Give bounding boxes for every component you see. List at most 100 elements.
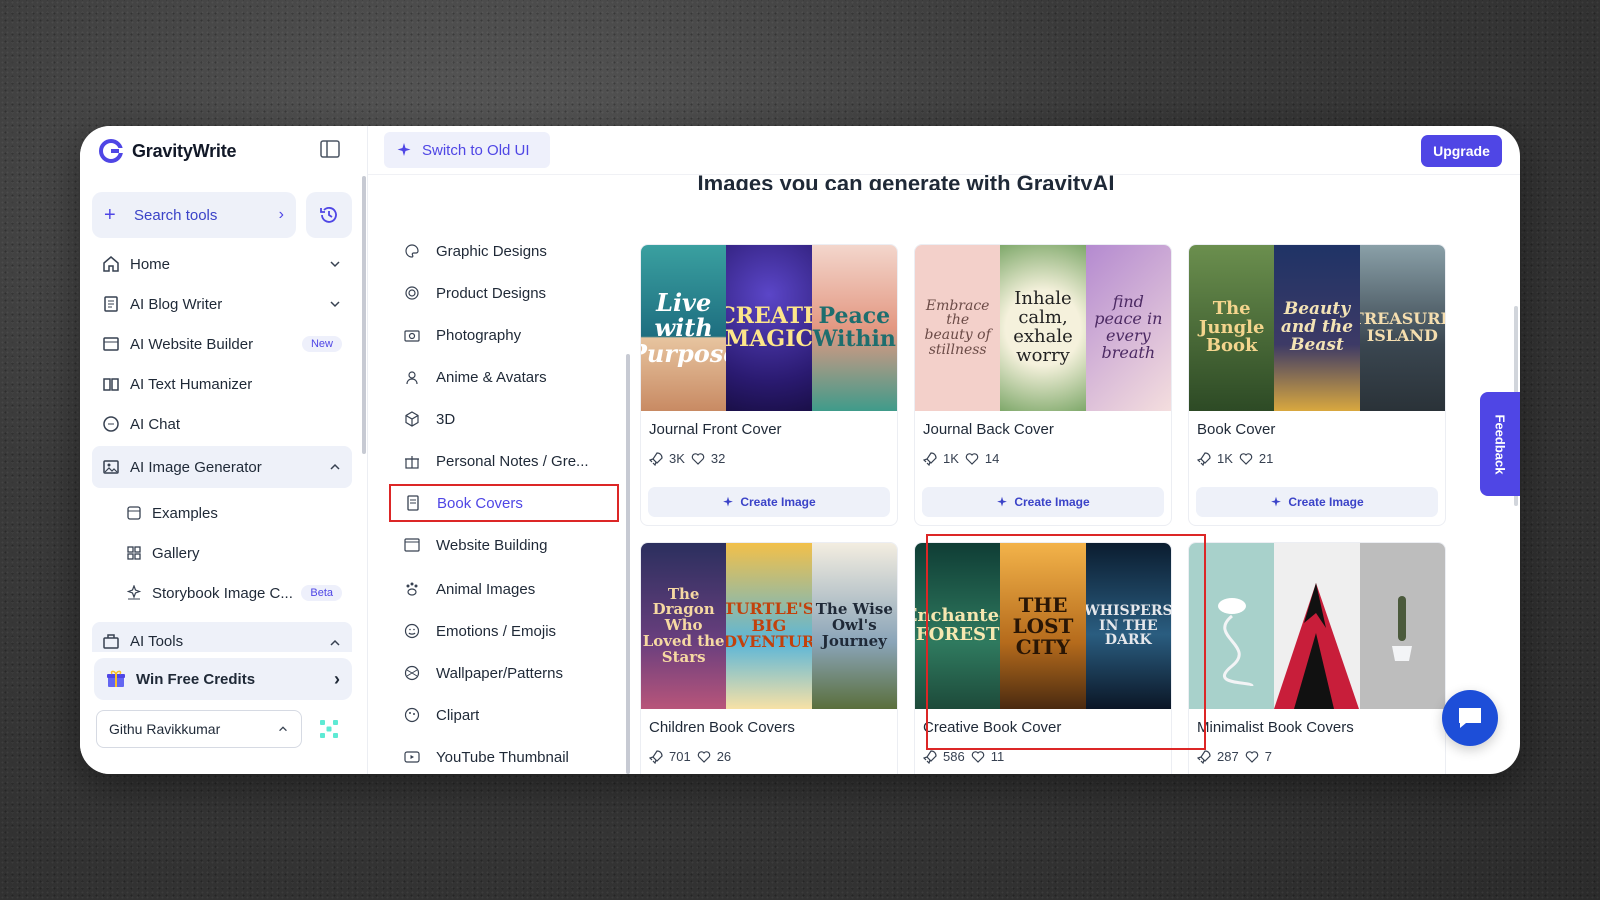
poster [1359, 543, 1445, 709]
uses-count: 1K [943, 451, 959, 466]
heart-icon[interactable] [697, 750, 711, 764]
image-icon [103, 460, 119, 474]
sidebar-item-blog-writer[interactable]: AI Blog Writer [92, 284, 352, 324]
category-animal-images[interactable]: Animal Images [390, 570, 620, 608]
heart-icon[interactable] [1245, 750, 1259, 764]
chat-support-button[interactable] [1442, 690, 1498, 746]
sidebar-item-label: AI Image Generator [130, 458, 262, 476]
category-product-designs[interactable]: Product Designs [390, 274, 620, 312]
sidebar-item-image-generator[interactable]: AI Image Generator [92, 446, 352, 488]
category-graphic-designs[interactable]: Graphic Designs [390, 232, 620, 270]
sidebar-subitem-examples[interactable]: Examples [116, 494, 352, 532]
category-photography[interactable]: Photography [390, 316, 620, 354]
gift-icon [405, 456, 419, 469]
chevron-up-icon [279, 726, 287, 732]
brand[interactable]: GravityWrite [98, 138, 237, 164]
rocket-icon [1197, 749, 1211, 764]
category-personal-notes[interactable]: Personal Notes / Gre... [390, 442, 620, 480]
home-icon [103, 256, 119, 272]
sidebar-item-label: Home [130, 255, 171, 273]
template-card-children-book-covers[interactable]: The Dragon Who Loved the Stars TURTLE'S … [640, 542, 898, 774]
sparkle-icon [1271, 496, 1282, 507]
sidebar-item-website-builder[interactable]: AI Website Builder New [92, 324, 352, 364]
chevron-right-icon: › [334, 668, 340, 689]
poster: Beauty and the Beast [1274, 245, 1360, 411]
create-image-button[interactable]: Create Image [1196, 487, 1438, 517]
template-card-minimalist-book-covers[interactable]: Minimalist Book Covers 287 7 [1188, 542, 1446, 774]
grid-dots-icon[interactable] [318, 718, 340, 740]
app-window: GravityWrite + Search tools › Home AI Bl… [80, 126, 1520, 774]
category-youtube-thumbnail[interactable]: YouTube Thumbnail [390, 738, 620, 774]
poster-title: Inhale calm, exhale worry [1013, 288, 1073, 366]
create-image-button[interactable]: Create Image [922, 487, 1164, 517]
poster-title: Beauty and the Beast [1280, 299, 1354, 355]
likes-count: 7 [1264, 749, 1272, 764]
template-card-book-cover[interactable]: The Jungle Book Beauty and the Beast TRE… [1188, 244, 1446, 526]
category-anime-avatars[interactable]: Anime & Avatars [390, 358, 620, 396]
heart-icon[interactable] [691, 452, 705, 466]
chevron-right-icon: › [278, 206, 284, 223]
sparkle-icon [997, 496, 1008, 507]
category-clipart[interactable]: Clipart [390, 696, 620, 734]
create-image-button[interactable]: Create Image [648, 487, 890, 517]
category-3d[interactable]: 3D [390, 400, 620, 438]
category-website-building[interactable]: Website Building [390, 526, 620, 564]
category-label: Book Covers [437, 494, 523, 512]
search-tools-button[interactable]: + Search tools › [92, 192, 296, 238]
highlight-annotation [926, 534, 1206, 750]
card-stats: 287 7 [1197, 749, 1272, 764]
sidebar-subitem-gallery[interactable]: Gallery [116, 534, 352, 572]
browser-icon [404, 538, 420, 552]
document-icon [104, 296, 118, 312]
category-label: Wallpaper/Patterns [436, 664, 564, 682]
category-emotions-emojis[interactable]: Emotions / Emojis [390, 612, 620, 650]
cube-icon [405, 411, 419, 427]
sidebar-item-ai-tools[interactable]: AI Tools [92, 622, 352, 652]
sidebar-item-home[interactable]: Home [92, 244, 352, 284]
sparkle-icon [397, 143, 411, 156]
sidebar-item-text-humanizer[interactable]: AI Text Humanizer [92, 364, 352, 404]
poster: Inhale calm, exhale worry [1000, 245, 1086, 411]
user-name: Githu Ravikkumar [109, 721, 221, 737]
history-button[interactable] [306, 192, 352, 238]
heart-icon[interactable] [971, 750, 985, 764]
rocket-icon [923, 451, 937, 466]
user-account-dropdown[interactable]: Githu Ravikkumar [96, 710, 302, 748]
heart-icon[interactable] [1239, 452, 1253, 466]
card-stats: 586 11 [923, 749, 1004, 764]
card-thumbnail: Embrace the beauty of stillness Inhale c… [915, 245, 1171, 411]
cloud-road-illustration [1217, 598, 1254, 686]
sidebar-item-ai-chat[interactable]: AI Chat [92, 404, 352, 444]
gift-icon [107, 670, 125, 687]
card-stats: 701 26 [649, 749, 731, 764]
switch-to-old-ui-button[interactable]: Switch to Old UI [384, 132, 550, 168]
template-card-journal-back-cover[interactable]: Embrace the beauty of stillness Inhale c… [914, 244, 1172, 526]
sidebar-subitem-label: Examples [152, 504, 218, 522]
heart-icon[interactable] [965, 452, 979, 466]
sidebar-item-label: AI Text Humanizer [130, 375, 253, 393]
chevron-down-icon [330, 261, 340, 268]
rocket-icon [649, 451, 663, 466]
card-stats: 1K 14 [923, 451, 999, 466]
sidebar-scrollbar[interactable] [362, 176, 366, 454]
category-wallpaper-patterns[interactable]: Wallpaper/Patterns [390, 654, 620, 692]
feedback-tab[interactable]: Feedback [1480, 392, 1520, 496]
sidebar-toggle-icon[interactable] [320, 140, 340, 158]
win-free-credits-button[interactable]: Win Free Credits › [94, 658, 352, 700]
template-card-journal-front-cover[interactable]: Live with Purpose CREATE MAGIC Peace Wit… [640, 244, 898, 526]
poster-title: TREASURE ISLAND [1360, 309, 1445, 345]
card-title: Minimalist Book Covers [1197, 719, 1354, 736]
book-icon [407, 495, 419, 511]
beta-badge: Beta [301, 585, 342, 601]
paw-icon [406, 582, 418, 596]
create-image-label: Create Image [1288, 495, 1364, 509]
category-book-covers[interactable]: Book Covers [389, 484, 619, 522]
chevron-up-icon [330, 639, 340, 646]
poster: Peace Within [811, 245, 897, 411]
sidebar-subitem-storybook[interactable]: Storybook Image C... Beta [116, 574, 352, 612]
poster: The Jungle Book [1189, 245, 1275, 411]
category-label: Emotions / Emojis [436, 622, 557, 640]
categories-scrollbar[interactable] [626, 354, 630, 774]
rocket-icon [1197, 451, 1211, 466]
upgrade-button[interactable]: Upgrade [1421, 135, 1502, 167]
